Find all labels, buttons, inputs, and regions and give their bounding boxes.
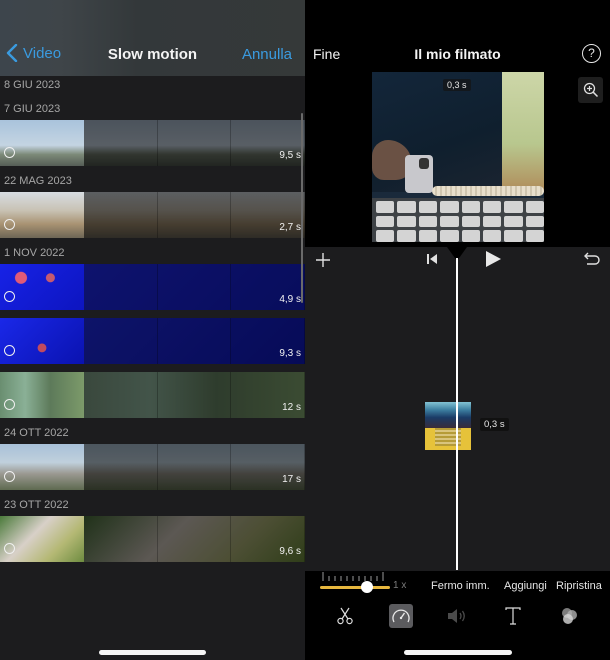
- clip-thumbnail: [0, 372, 84, 418]
- clip-thumbnail: [0, 120, 84, 166]
- back-button[interactable]: Video: [6, 44, 61, 62]
- movie-editor-panel: Fine Il mio filmato ? 0,3 s 0,3 s 1 x Fe…: [305, 0, 610, 660]
- undo-icon[interactable]: [583, 250, 601, 268]
- project-title: Il mio filmato: [414, 46, 501, 62]
- date-header: 1 NOV 2022: [4, 247, 65, 259]
- timeline-clip[interactable]: [425, 402, 471, 450]
- video-clip-row[interactable]: 9,5 s: [0, 120, 305, 166]
- tool-filters[interactable]: [557, 604, 581, 628]
- date-header: 7 GIU 2023: [4, 103, 61, 115]
- clip-duration: 9,6 s: [279, 546, 301, 557]
- video-clip-row[interactable]: 12 s: [0, 372, 305, 418]
- speedometer-icon: [392, 609, 410, 623]
- back-label: Video: [23, 44, 62, 62]
- select-circle-icon[interactable]: [4, 345, 15, 356]
- left-nav-bar: Video Slow motion Annulla: [0, 40, 305, 70]
- date-header: 23 OTT 2022: [4, 499, 69, 511]
- clip-filmstrip: [84, 192, 305, 238]
- video-clip-row[interactable]: 4,9 s: [0, 264, 305, 310]
- preview-phone: [405, 155, 433, 193]
- video-clip-row[interactable]: 17 s: [0, 444, 305, 490]
- clip-duration: 17 s: [282, 474, 301, 485]
- date-header: 22 MAG 2023: [4, 175, 72, 187]
- preview-keys: [376, 201, 544, 242]
- skip-to-start-icon[interactable]: [425, 252, 439, 266]
- help-icon[interactable]: ?: [582, 44, 601, 63]
- add-media-icon[interactable]: [315, 252, 331, 268]
- select-circle-icon[interactable]: [4, 291, 15, 302]
- speed-value: 1 x: [393, 580, 407, 591]
- text-icon: [505, 607, 521, 625]
- add-button[interactable]: Aggiungi: [504, 580, 547, 592]
- video-preview[interactable]: 0,3 s: [372, 72, 544, 242]
- clip-thumbnail: [0, 516, 84, 562]
- clip-filmstrip: [84, 120, 305, 166]
- clip-duration: 12 s: [282, 402, 301, 413]
- preview-duration-label: 0,3 s: [443, 79, 471, 91]
- scrollbar[interactable]: [301, 113, 303, 303]
- clip-thumbnail: [0, 318, 84, 364]
- clip-thumbnail: [0, 192, 84, 238]
- video-clip-row[interactable]: 9,3 s: [0, 318, 305, 364]
- clip-filmstrip: [84, 516, 305, 562]
- select-circle-icon[interactable]: [4, 543, 15, 554]
- home-indicator[interactable]: [99, 650, 206, 655]
- timeline-clip-duration: 0,3 s: [480, 418, 509, 431]
- select-circle-icon[interactable]: [4, 147, 15, 158]
- clip-thumbnail: [0, 264, 84, 310]
- clip-filmstrip: [84, 444, 305, 490]
- clip-filmstrip: [84, 318, 305, 364]
- tool-scissors[interactable]: [333, 604, 357, 628]
- clip-duration: 9,5 s: [279, 150, 301, 161]
- playhead-line[interactable]: [456, 258, 458, 570]
- video-clip-row[interactable]: 9,6 s: [0, 516, 305, 562]
- clip-thumbnail: [0, 444, 84, 490]
- date-header: 24 OTT 2022: [4, 427, 69, 439]
- done-button[interactable]: Fine: [313, 46, 340, 62]
- tool-speed[interactable]: [389, 604, 413, 628]
- reset-button[interactable]: Ripristina: [556, 580, 602, 592]
- select-circle-icon[interactable]: [4, 399, 15, 410]
- speed-slider-track: [320, 586, 390, 589]
- video-clip-row[interactable]: 2,7 s: [0, 192, 305, 238]
- video-picker-panel: Video Slow motion Annulla 8 GIU 2023 7 GI…: [0, 0, 305, 660]
- scissors-icon: [337, 607, 353, 625]
- cancel-button[interactable]: Annulla: [242, 46, 292, 63]
- speed-slider-knob[interactable]: [360, 581, 373, 593]
- freeze-frame-button[interactable]: Fermo imm.: [431, 580, 490, 592]
- date-header: 8 GIU 2023: [4, 79, 61, 91]
- tool-text[interactable]: [501, 604, 525, 628]
- speed-slider[interactable]: [320, 581, 390, 593]
- tool-volume[interactable]: [445, 604, 469, 628]
- play-icon[interactable]: [484, 250, 502, 268]
- video-list: 8 GIU 2023 7 GIU 2023 9,5 s 22 MAG 2023 2,7 …: [0, 76, 305, 570]
- clip-duration: 9,3 s: [279, 348, 301, 359]
- magnifier-plus-icon: [583, 82, 598, 98]
- select-circle-icon[interactable]: [4, 471, 15, 482]
- clip-filmstrip: [84, 264, 305, 310]
- preview-background: [502, 72, 544, 192]
- timeline-clip-thumb-bottom: [425, 428, 471, 450]
- clip-filmstrip: [84, 372, 305, 418]
- home-indicator[interactable]: [404, 650, 512, 655]
- clip-duration: 4,9 s: [279, 294, 301, 305]
- chevron-left-icon: [6, 44, 18, 62]
- timeline-clip-thumb-top: [425, 402, 471, 428]
- clip-duration: 2,7 s: [279, 222, 301, 233]
- volume-icon: [448, 609, 465, 623]
- select-circle-icon[interactable]: [4, 219, 15, 230]
- zoom-button[interactable]: [578, 77, 603, 103]
- filters-icon: [562, 608, 577, 624]
- preview-cable: [432, 186, 544, 196]
